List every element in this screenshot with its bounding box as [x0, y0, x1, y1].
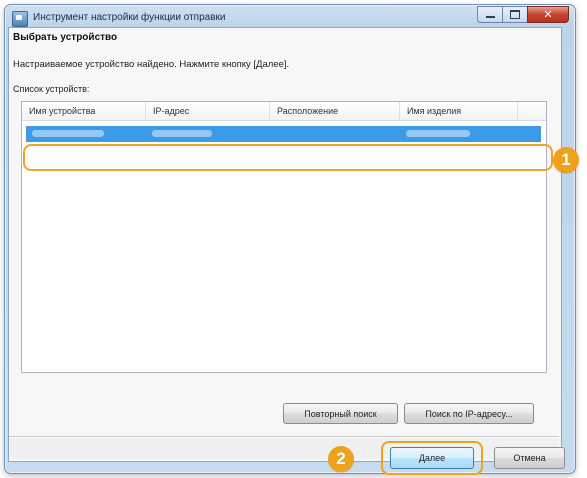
instruction-text: Настраиваемое устройство найдено. Нажмит…	[13, 59, 290, 70]
close-button[interactable]: ✕	[527, 6, 569, 23]
device-list-header: Имя устройства IP-адрес Расположение Имя…	[22, 102, 546, 121]
window-title: Инструмент настройки функции отправки	[33, 12, 226, 23]
close-icon: ✕	[543, 9, 553, 21]
device-list-label: Список устройств:	[13, 84, 90, 94]
column-header-ip-address[interactable]: IP-адрес	[146, 102, 270, 120]
minimize-icon	[485, 16, 495, 18]
callout-badge-2: 2	[328, 446, 354, 472]
maximize-button[interactable]	[502, 6, 528, 23]
callout-highlight-1	[23, 144, 553, 171]
product-name-cell	[406, 130, 470, 137]
research-button[interactable]: Повторный поиск	[283, 403, 398, 424]
device-row-selected[interactable]	[26, 126, 541, 142]
cancel-button[interactable]: Отмена	[494, 447, 565, 469]
column-header-device-name[interactable]: Имя устройства	[22, 102, 146, 120]
ip-search-button[interactable]: Поиск по IP-адресу...	[404, 403, 534, 424]
callout-badge-1: 1	[553, 147, 579, 173]
window-controls: ✕	[477, 6, 569, 23]
app-icon	[12, 11, 28, 27]
next-button[interactable]: Далее	[390, 447, 474, 469]
column-header-product-name[interactable]: Имя изделия	[400, 102, 518, 120]
ip-address-cell	[152, 130, 212, 137]
column-header-location[interactable]: Расположение	[270, 102, 400, 120]
section-heading: Выбрать устройство	[13, 32, 118, 43]
minimize-button[interactable]	[477, 6, 503, 23]
maximize-icon	[510, 10, 520, 19]
device-list[interactable]: Имя устройства IP-адрес Расположение Имя…	[21, 101, 547, 373]
device-name-cell	[32, 130, 104, 137]
